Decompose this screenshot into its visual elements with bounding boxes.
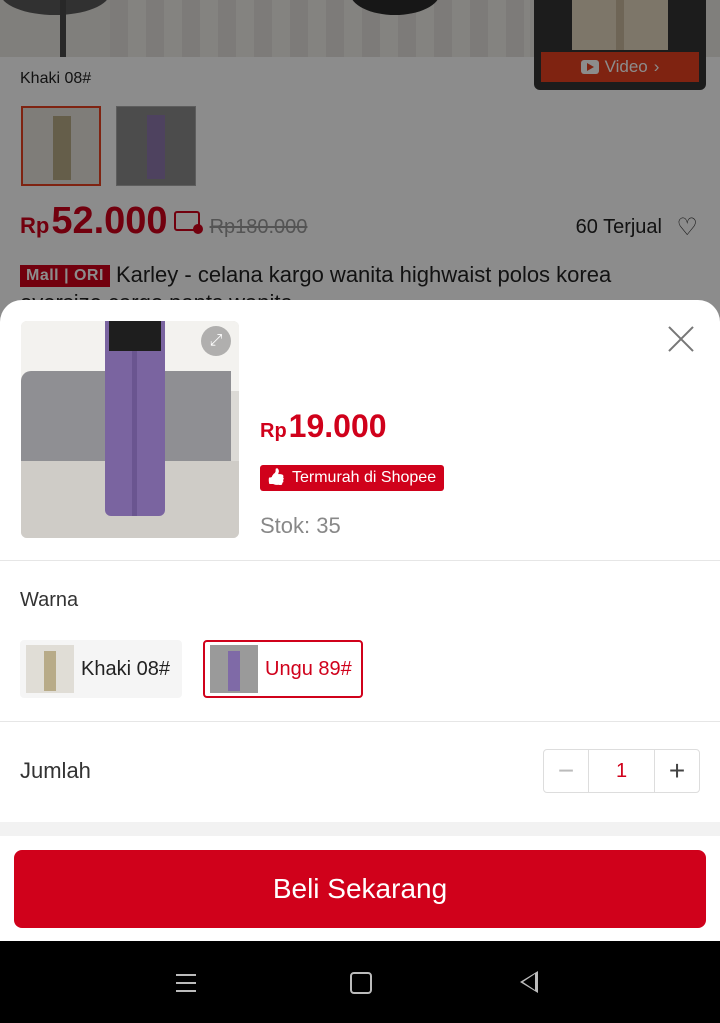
quantity-increase-button[interactable]: + (654, 750, 699, 792)
option-ungu-label: Ungu 89# (265, 657, 352, 680)
selected-price: Rp 19.000 (260, 408, 387, 445)
quantity-stepper: − 1 + (543, 749, 700, 793)
option-khaki[interactable]: Khaki 08# (20, 640, 182, 698)
option-khaki-label: Khaki 08# (81, 657, 170, 680)
divider (0, 721, 720, 722)
image-top (109, 321, 161, 351)
close-icon[interactable] (664, 322, 698, 356)
quantity-decrease-button[interactable]: − (544, 750, 589, 792)
quantity-label: Jumlah (20, 758, 91, 783)
selected-price-currency: Rp (260, 420, 287, 442)
back-icon[interactable] (520, 971, 538, 993)
option-ungu[interactable]: Ungu 89# (203, 640, 363, 698)
buy-now-button[interactable]: Beli Sekarang (14, 850, 706, 928)
home-icon[interactable] (350, 972, 372, 994)
quantity-input[interactable]: 1 (589, 750, 654, 792)
thumbs-up-icon (266, 469, 284, 487)
section-gap (0, 822, 720, 836)
cheapest-badge: Termurah di Shopee (260, 465, 445, 491)
stock-text: Stok: 35 (260, 513, 341, 538)
product-page-background: Video › Khaki 08# Rp 52.000 Rp180.000 60… (0, 0, 720, 340)
modal-overlay[interactable] (0, 0, 720, 340)
color-section-label: Warna (20, 589, 79, 611)
cheapest-badge-label: Termurah di Shopee (292, 469, 437, 486)
option-ungu-image (210, 645, 258, 693)
menu-icon[interactable] (176, 974, 196, 992)
divider (0, 560, 720, 561)
selected-price-value: 19.000 (288, 408, 387, 444)
option-khaki-image (26, 645, 74, 693)
variant-bottom-sheet (0, 300, 720, 941)
expand-icon[interactable]: ⤢ (201, 326, 231, 356)
selected-variant-image[interactable] (21, 321, 239, 538)
